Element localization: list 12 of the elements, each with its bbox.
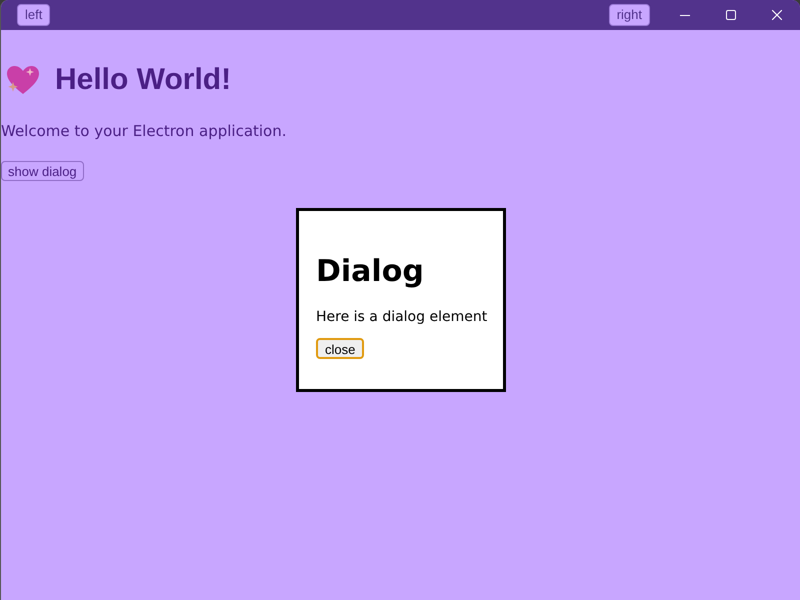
show-dialog-button[interactable]: show dialog [1, 160, 84, 180]
maximize-icon [726, 10, 736, 20]
dialog-title: Dialog [316, 254, 425, 290]
minimize-icon [680, 14, 690, 16]
close-icon [772, 10, 782, 20]
left-button[interactable]: left [17, 4, 50, 26]
heart-icon [5, 64, 41, 96]
page-heading: Hello World! [55, 62, 232, 98]
dialog-text: Here is a dialog element [316, 308, 486, 327]
welcome-text: Welcome to your Electron application. [1, 121, 288, 142]
right-button[interactable]: right [608, 4, 650, 26]
close-dialog-button[interactable]: close [316, 338, 364, 359]
